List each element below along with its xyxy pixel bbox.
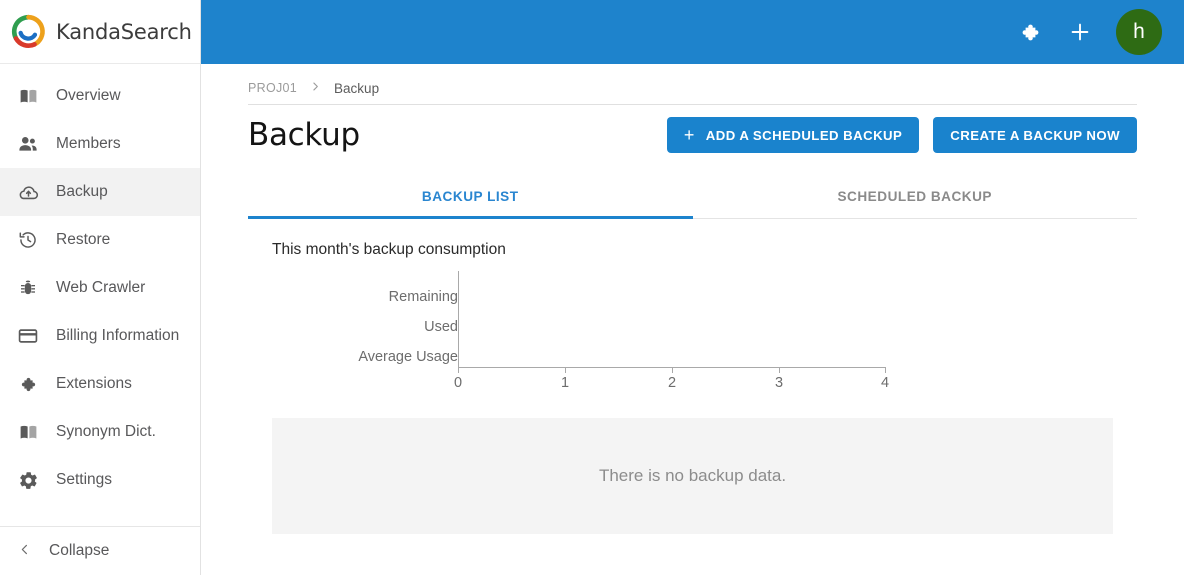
- collapse-sidebar-button[interactable]: Collapse: [0, 527, 200, 575]
- sidebar-nav: Overview Members Backup Restore Web Craw…: [0, 64, 200, 504]
- create-backup-now-label: CREATE A BACKUP NOW: [950, 127, 1120, 143]
- puzzle-icon[interactable]: [1016, 18, 1044, 46]
- sidebar-item-label: Synonym Dict.: [56, 423, 156, 440]
- sidebar-item-restore[interactable]: Restore: [0, 216, 200, 264]
- page-actions: + ADD A SCHEDULED BACKUP CREATE A BACKUP…: [666, 117, 1137, 153]
- sidebar-item-extensions[interactable]: Extensions: [0, 360, 200, 408]
- tab-bar: BACKUP LIST SCHEDULED BACKUP: [248, 177, 1137, 219]
- book-icon: [16, 420, 40, 444]
- chart-title: This month's backup consumption: [272, 241, 506, 258]
- chart-x-tick-label: 3: [774, 375, 784, 391]
- sidebar-item-web-crawler[interactable]: Web Crawler: [0, 264, 200, 312]
- tab-scheduled-backup[interactable]: SCHEDULED BACKUP: [693, 177, 1138, 218]
- main-content: PROJ01 Backup Backup + ADD A SCHEDULED B…: [201, 64, 1184, 575]
- breadcrumb: PROJ01 Backup: [201, 64, 1184, 96]
- chart-x-tick-label: 1: [560, 375, 570, 391]
- sidebar-item-label: Restore: [56, 231, 111, 248]
- sidebar-item-settings[interactable]: Settings: [0, 456, 200, 504]
- breadcrumb-project[interactable]: PROJ01: [248, 81, 297, 95]
- chart-axes: 0 1 2 3 4: [454, 271, 890, 401]
- collapse-label: Collapse: [49, 542, 110, 559]
- active-tab-indicator: [248, 216, 693, 219]
- chart-x-tick: [565, 367, 566, 373]
- avatar[interactable]: h: [1116, 9, 1162, 55]
- chart-x-tick: [779, 367, 780, 373]
- breadcrumb-current: Backup: [334, 80, 380, 96]
- chevron-left-icon: [18, 542, 31, 560]
- sidebar-item-label: Billing Information: [56, 327, 180, 344]
- chart-y-tick-label: Average Usage: [358, 349, 458, 365]
- sidebar-item-label: Web Crawler: [56, 279, 146, 296]
- empty-state-panel: There is no backup data.: [272, 418, 1113, 534]
- plus-icon: +: [683, 125, 695, 145]
- empty-state-message: There is no backup data.: [598, 466, 787, 485]
- sidebar-footer: Collapse: [0, 526, 200, 575]
- sidebar-item-synonym-dict[interactable]: Synonym Dict.: [0, 408, 200, 456]
- chart-x-tick-label: 2: [667, 375, 677, 391]
- chart-x-tick-label: 0: [453, 375, 463, 391]
- chart-y-tick-label: Used: [424, 319, 458, 335]
- bug-icon: [16, 276, 40, 300]
- cloud-upload-icon: [16, 180, 40, 204]
- create-backup-now-button[interactable]: CREATE A BACKUP NOW: [933, 117, 1137, 153]
- sidebar-item-label: Members: [56, 135, 121, 152]
- chevron-right-icon: [310, 80, 321, 96]
- chart-y-axis-line: [458, 271, 459, 367]
- sidebar: KandaSearch Overview Members Backup Rest…: [0, 0, 201, 575]
- sidebar-item-overview[interactable]: Overview: [0, 72, 200, 120]
- chart-plot-area: Remaining Used Average Usage 0 1 2 3 4: [272, 271, 972, 401]
- brand-header[interactable]: KandaSearch: [0, 0, 200, 64]
- kanda-ring-logo-icon: [10, 13, 47, 50]
- page-header: Backup + ADD A SCHEDULED BACKUP CREATE A…: [201, 105, 1184, 153]
- chart-x-tick-label: 4: [880, 375, 890, 391]
- puzzle-icon: [16, 372, 40, 396]
- plus-icon[interactable]: [1066, 18, 1094, 46]
- page-title: Backup: [248, 117, 360, 153]
- sidebar-item-backup[interactable]: Backup: [0, 168, 200, 216]
- brand-name: KandaSearch: [56, 19, 192, 44]
- add-scheduled-backup-label: ADD A SCHEDULED BACKUP: [705, 127, 903, 143]
- history-restore-icon: [16, 228, 40, 252]
- add-scheduled-backup-button[interactable]: + ADD A SCHEDULED BACKUP: [666, 117, 920, 153]
- app-root: KandaSearch Overview Members Backup Rest…: [0, 0, 1184, 575]
- gear-icon: [16, 468, 40, 492]
- sidebar-item-billing-information[interactable]: Billing Information: [0, 312, 200, 360]
- top-bar: h: [201, 0, 1184, 64]
- chart-x-tick: [458, 367, 459, 373]
- credit-card-icon: [16, 324, 40, 348]
- backup-consumption-chart: This month's backup consumption Remainin…: [201, 219, 1184, 401]
- sidebar-item-label: Settings: [56, 471, 113, 488]
- chart-x-tick: [885, 367, 886, 373]
- sidebar-item-label: Overview: [56, 87, 121, 104]
- chart-x-tick: [672, 367, 673, 373]
- tab-backup-list[interactable]: BACKUP LIST: [248, 177, 693, 218]
- book-icon: [16, 84, 40, 108]
- sidebar-item-label: Extensions: [56, 375, 132, 392]
- sidebar-item-label: Backup: [56, 183, 108, 200]
- people-icon: [16, 132, 40, 156]
- sidebar-item-members[interactable]: Members: [0, 120, 200, 168]
- chart-y-tick-label: Remaining: [388, 289, 458, 305]
- chart-y-axis-labels: Remaining Used Average Usage: [252, 271, 458, 371]
